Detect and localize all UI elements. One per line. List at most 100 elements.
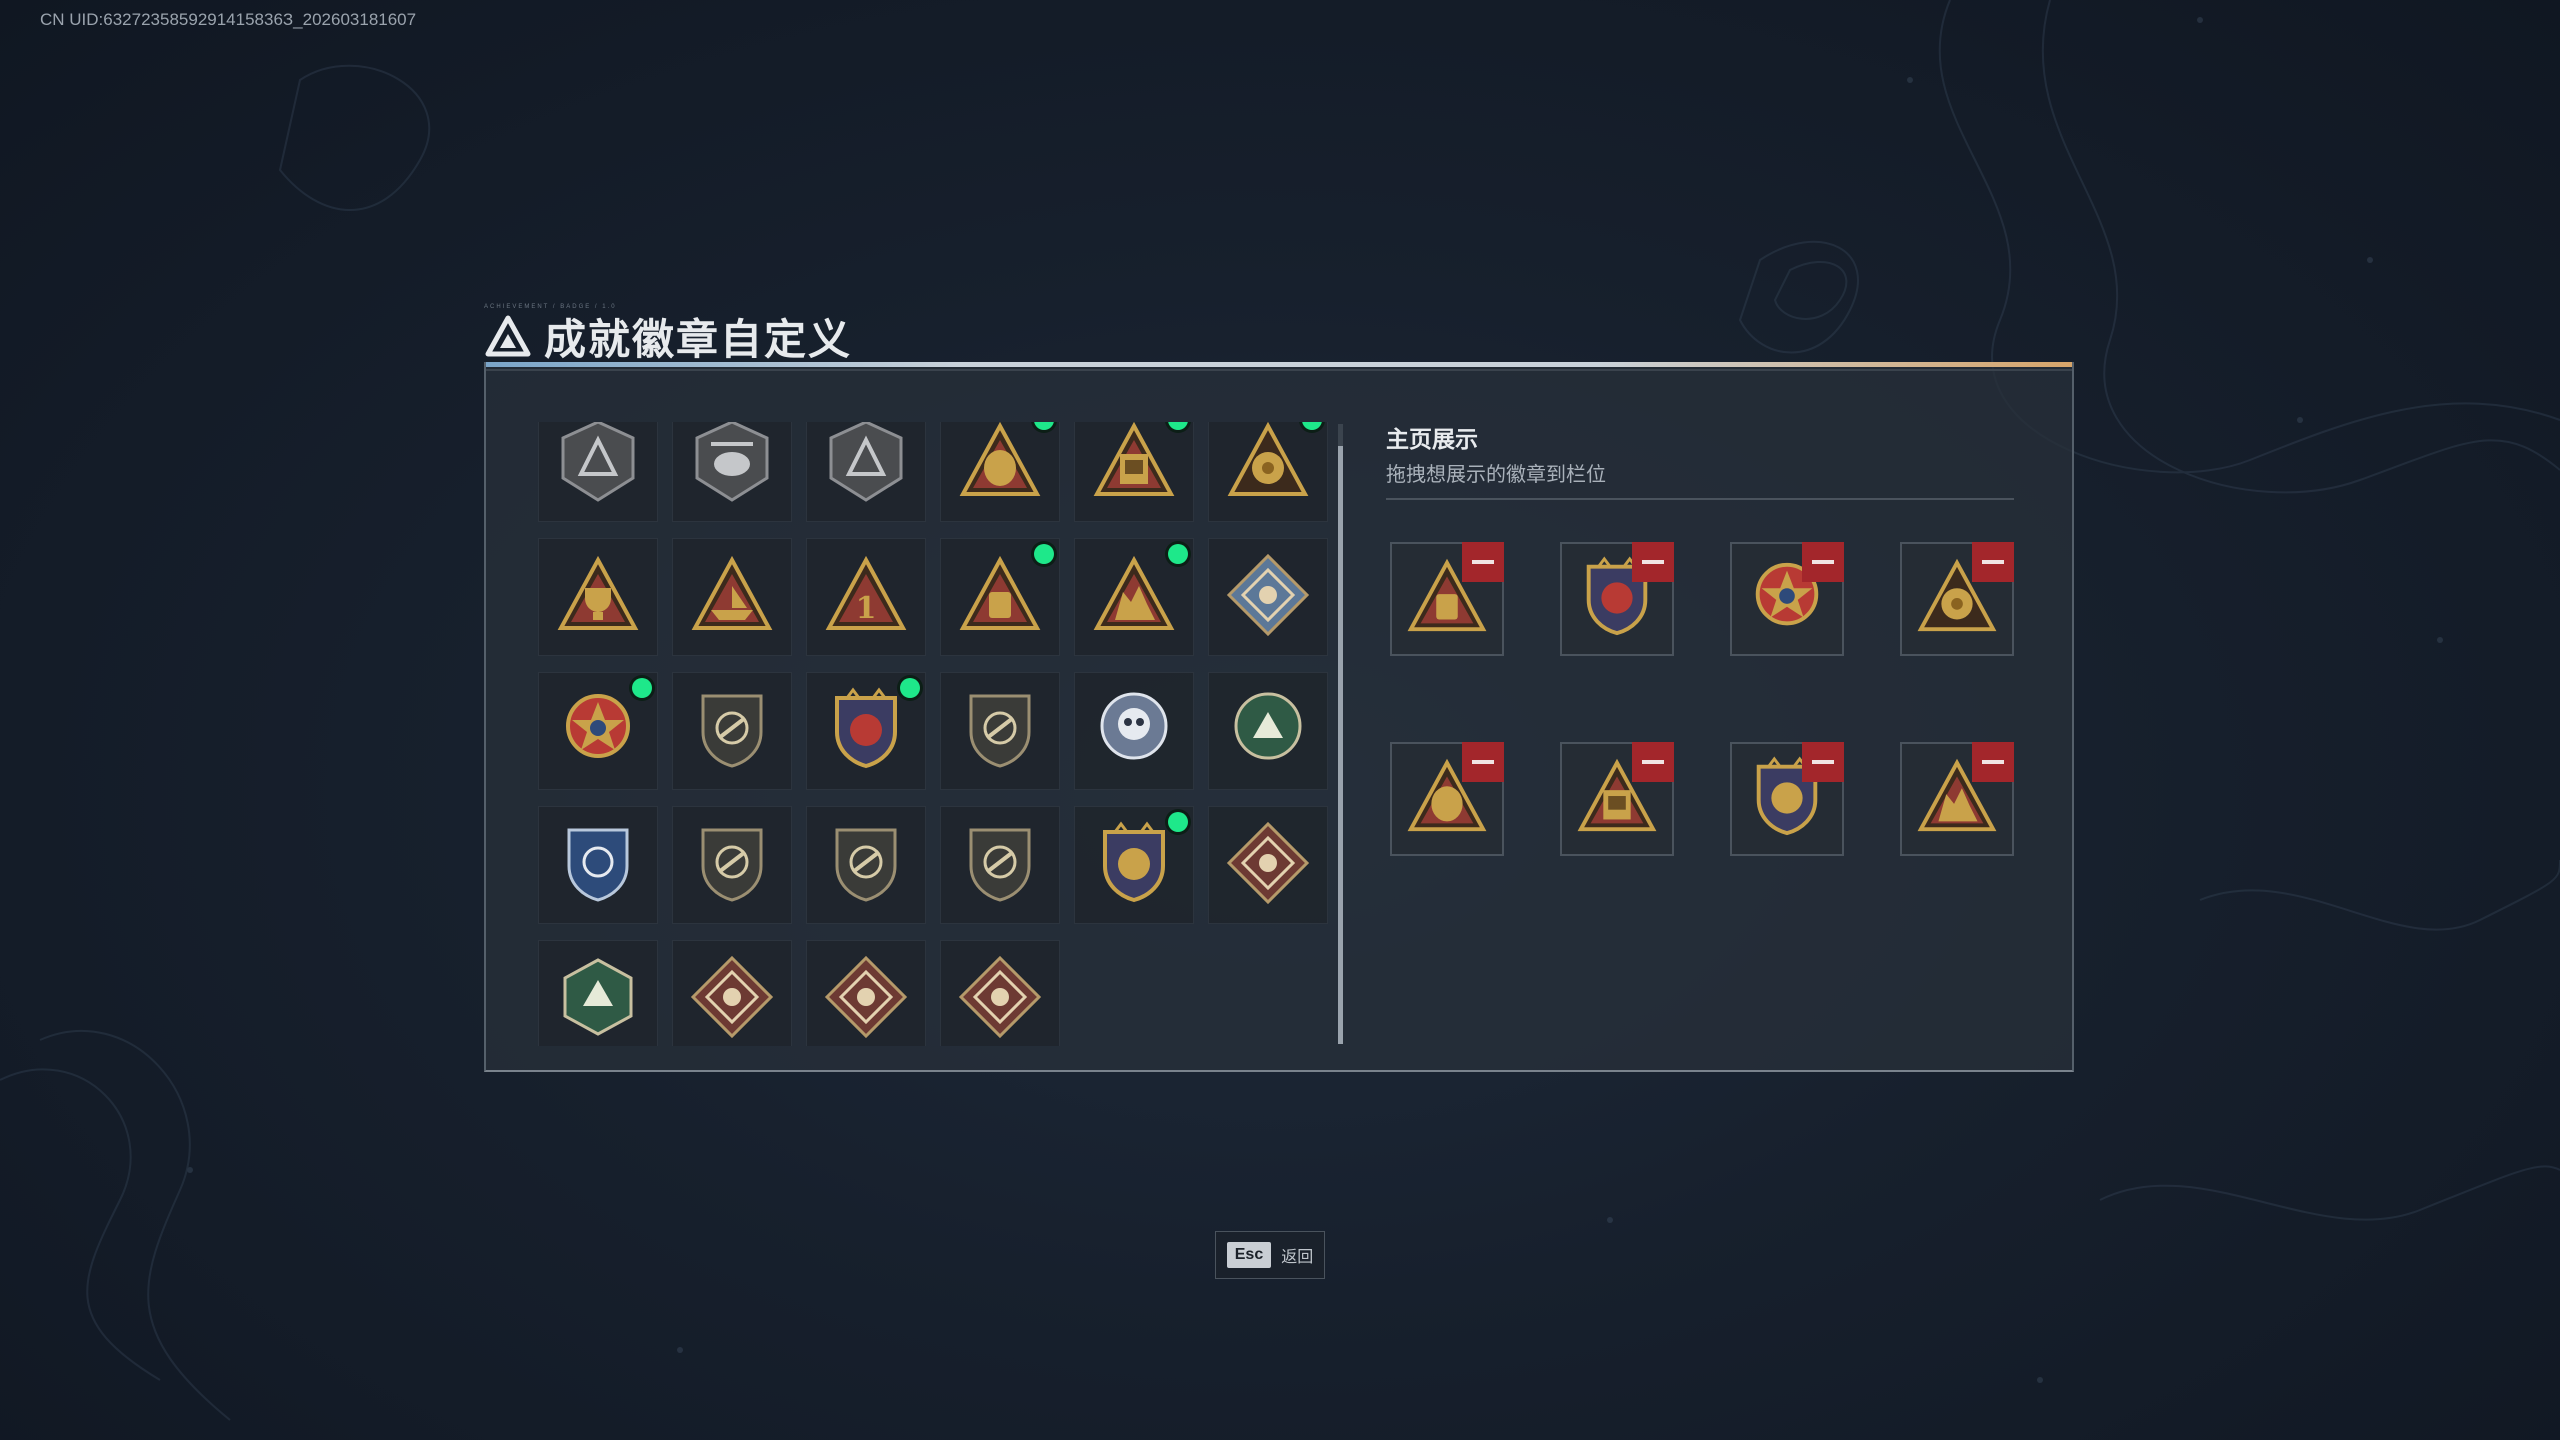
scope-shield-badge-icon	[957, 820, 1043, 911]
svg-text:1: 1	[856, 591, 877, 626]
badge-cell[interactable]	[1074, 538, 1194, 656]
shield-emblem-badge-icon	[689, 686, 775, 777]
new-indicator-dot	[900, 678, 920, 698]
safe-box-badge-icon	[1091, 422, 1177, 509]
remove-badge-button[interactable]	[1972, 542, 2014, 582]
remove-badge-button[interactable]	[1462, 542, 1504, 582]
minus-icon	[1812, 760, 1834, 764]
diamond-rifle-badge-icon	[1225, 552, 1311, 643]
rifle-shield-badge-icon	[689, 820, 775, 911]
badge-cell[interactable]	[672, 806, 792, 924]
panel-top-bar	[486, 362, 2072, 371]
badge-cell[interactable]: 1	[806, 538, 926, 656]
remove-badge-button[interactable]	[1802, 542, 1844, 582]
stars-shield-badge-icon	[823, 686, 909, 777]
badge-cell[interactable]	[806, 940, 926, 1046]
badge-cell[interactable]	[940, 806, 1060, 924]
rifle-diamond-badge-icon	[957, 954, 1043, 1045]
wolf-diamond-badge-icon	[1225, 820, 1311, 911]
badge-customize-panel: 1 主页展示 拖拽想展示的徽章到栏位	[484, 362, 2074, 1072]
badge-cell[interactable]	[1208, 422, 1328, 522]
user-uid-text: CN UID:6327235859291415836З_202603181607	[40, 10, 417, 29]
runner-diamond-badge-icon	[823, 954, 909, 1045]
remove-badge-button[interactable]	[1802, 742, 1844, 782]
showcase-title: 主页展示	[1386, 426, 1478, 452]
badge-cell[interactable]	[1074, 672, 1194, 790]
remove-badge-button[interactable]	[1632, 542, 1674, 582]
badge-cell[interactable]	[1208, 538, 1328, 656]
badge-cell[interactable]	[672, 422, 792, 522]
new-indicator-dot	[1168, 812, 1188, 832]
badge-cell[interactable]	[672, 940, 792, 1046]
remove-badge-button[interactable]	[1632, 742, 1674, 782]
showcase-slot[interactable]	[1900, 542, 2014, 656]
badge-cell[interactable]	[940, 422, 1060, 522]
showcase-subtitle: 拖拽想展示的徽章到栏位	[1386, 464, 1606, 486]
badge-cell[interactable]	[538, 538, 658, 656]
minus-icon	[1982, 560, 2004, 564]
minus-icon	[1812, 560, 1834, 564]
showcase-slot[interactable]	[1730, 742, 1844, 856]
remove-badge-button[interactable]	[1972, 742, 2014, 782]
badge-cell[interactable]	[806, 806, 926, 924]
badge-cell[interactable]	[538, 940, 658, 1046]
showcase-slot[interactable]	[1900, 742, 2014, 856]
showcase-slot[interactable]	[1390, 542, 1504, 656]
dark-shield-badge-icon	[957, 686, 1043, 777]
badge-cell[interactable]	[940, 538, 1060, 656]
badge-cell[interactable]	[538, 806, 658, 924]
badge-cell[interactable]	[672, 538, 792, 656]
badge-collection-grid[interactable]: 1	[538, 422, 1334, 1046]
trophy-triangle-badge-icon	[555, 552, 641, 643]
star-medal-badge-icon	[555, 686, 641, 777]
back-button[interactable]: Esc 返回	[1215, 1231, 1325, 1279]
minus-icon	[1642, 760, 1664, 764]
header-deco-text: ACHIEVEMENT / BADGE / 1.0	[484, 304, 617, 310]
boat-triangle-badge-icon	[689, 552, 775, 643]
showcase-slot[interactable]	[1390, 742, 1504, 856]
green-crest-badge-icon	[1225, 686, 1311, 777]
showcase-slot[interactable]	[1560, 542, 1674, 656]
minus-icon	[1472, 560, 1494, 564]
container-triangle-badge-icon	[957, 552, 1043, 643]
showcase-slot[interactable]	[1560, 742, 1674, 856]
delta-logo-icon	[485, 315, 531, 357]
green-hex-weapon-badge-icon	[555, 954, 641, 1045]
scrollbar-thumb[interactable]	[1338, 446, 1343, 1044]
remove-badge-button[interactable]	[1462, 742, 1504, 782]
minus-icon	[1982, 760, 2004, 764]
skull-crosshair-badge-icon	[1091, 686, 1177, 777]
helicopter-badge-icon	[689, 422, 775, 509]
page-title: 成就徽章自定义	[544, 314, 853, 364]
new-indicator-dot	[632, 678, 652, 698]
dragon-diamond-badge-icon	[689, 954, 775, 1045]
minus-icon	[1642, 560, 1664, 564]
gold-medal-badge-icon	[1225, 422, 1311, 509]
new-indicator-dot	[1034, 544, 1054, 564]
badge-cell[interactable]	[940, 672, 1060, 790]
rifle-shield-alt-badge-icon	[823, 820, 909, 911]
number-one-triangle-badge-icon: 1	[823, 552, 909, 643]
back-label: 返回	[1281, 1249, 1314, 1266]
badge-cell[interactable]	[1074, 422, 1194, 522]
blue-crosshair-shield-badge-icon	[555, 820, 641, 911]
badge-cell[interactable]	[1208, 806, 1328, 924]
badge-cell[interactable]	[538, 422, 658, 522]
badge-cell[interactable]	[940, 940, 1060, 1046]
badge-cell[interactable]	[1074, 806, 1194, 924]
crossed-rifles-crest-badge-icon	[1091, 820, 1177, 911]
delta-shield-badge-icon	[555, 422, 641, 509]
badge-cell[interactable]	[806, 422, 926, 522]
badge-cell[interactable]	[806, 672, 926, 790]
badge-cell[interactable]	[538, 672, 658, 790]
esc-key-hint: Esc	[1226, 1242, 1272, 1268]
winged-sword-badge-icon	[823, 422, 909, 509]
badge-cell[interactable]	[672, 672, 792, 790]
badge-cell[interactable]	[1208, 672, 1328, 790]
page-header: ACHIEVEMENT / BADGE / 1.0 成就徽章自定义	[484, 304, 853, 364]
showcase-slot[interactable]	[1730, 542, 1844, 656]
new-indicator-dot	[1168, 544, 1188, 564]
money-bag-55-badge-icon	[957, 422, 1043, 509]
badge-grid-scrollbar[interactable]	[1338, 424, 1343, 1044]
showcase-divider	[1386, 498, 2014, 500]
